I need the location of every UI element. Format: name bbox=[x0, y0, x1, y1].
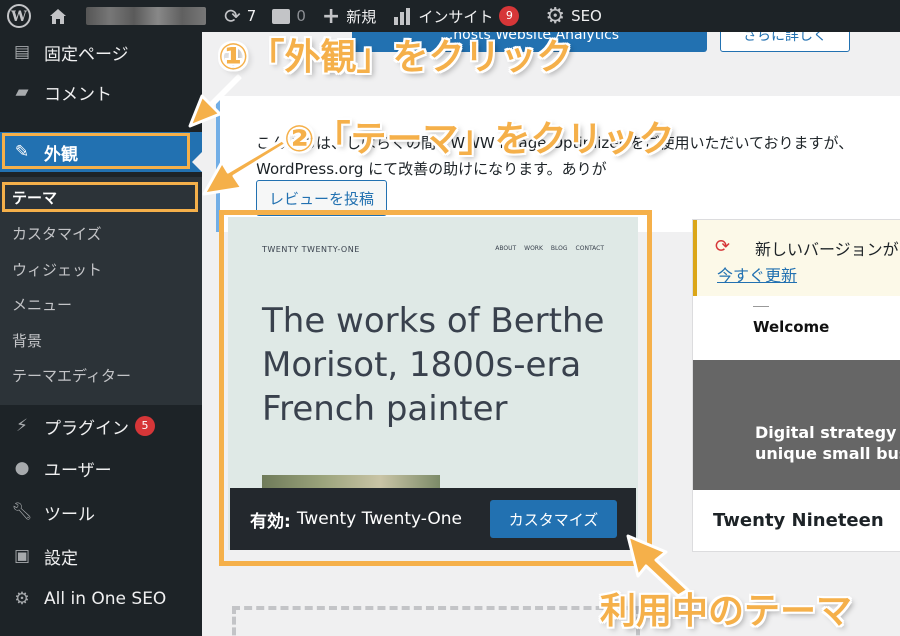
sidebar-item-comments[interactable]: ▰ コメント bbox=[0, 72, 202, 112]
preview-hero: Digital strategy for unique small busine bbox=[693, 360, 900, 490]
wrench-icon: 🔧︎ bbox=[11, 502, 33, 522]
refresh-icon: ⟳ bbox=[224, 4, 241, 28]
submenu-item-menus[interactable]: メニュー bbox=[12, 292, 72, 318]
plugins-badge: 5 bbox=[135, 416, 155, 436]
annotation-current-theme: 利用中のテーマ bbox=[600, 591, 853, 632]
submenu-item-theme-editor[interactable]: テーマエディター bbox=[12, 363, 131, 389]
sidebar-item-label: All in One SEO bbox=[44, 589, 167, 609]
sidebar-item-label: ツール bbox=[44, 504, 95, 525]
sidebar-item-plugins[interactable]: ⚡ プラグイン 5 bbox=[0, 406, 202, 446]
plus-icon: + bbox=[321, 3, 341, 29]
highlight-active-theme bbox=[219, 210, 652, 566]
comment-bubble-icon bbox=[272, 8, 291, 24]
sidebar-item-label: 設定 bbox=[44, 548, 78, 569]
highlight-appearance bbox=[2, 133, 190, 169]
admin-sidebar: ▤ 固定ページ ▰ コメント ✎ 外観 テーマ カスタマイズ ウィジェット メニ… bbox=[0, 32, 202, 636]
preview-hero-text: Digital strategy for unique small busine bbox=[755, 422, 900, 464]
update-text: 新しいバージョンが bbox=[755, 240, 899, 259]
updates-count: 7 bbox=[246, 7, 257, 25]
insight-badge: 9 bbox=[499, 6, 520, 26]
home-icon[interactable] bbox=[40, 0, 76, 32]
annotation-step2: ②「テーマ」をクリック bbox=[284, 119, 675, 160]
new-label: 新規 bbox=[346, 7, 377, 26]
theme-update-notice: ⟳ 新しいバージョンが 今すぐ更新 bbox=[693, 220, 900, 296]
comments-count: 0 bbox=[296, 7, 306, 25]
sidebar-item-label: 固定ページ bbox=[44, 44, 129, 65]
add-new-theme-placeholder[interactable] bbox=[232, 606, 640, 636]
preview-hero-line: unique small busine bbox=[755, 444, 900, 463]
sidebar-item-users[interactable]: ● ユーザー bbox=[0, 448, 202, 488]
user-icon: ● bbox=[14, 458, 30, 478]
sidebar-item-pages[interactable]: ▤ 固定ページ bbox=[0, 32, 202, 72]
update-now-link[interactable]: 今すぐ更新 bbox=[717, 262, 797, 286]
wordpress-logo-icon[interactable]: W bbox=[0, 0, 40, 32]
highlight-themes bbox=[2, 182, 198, 212]
sidebar-item-label: プラグイン bbox=[44, 418, 129, 439]
insight-label: インサイト bbox=[418, 7, 494, 26]
preview-hero-line: Digital strategy for bbox=[755, 423, 900, 442]
svg-text:W: W bbox=[10, 9, 27, 25]
sidebar-item-label: コメント bbox=[44, 84, 112, 105]
submenu-item-customize[interactable]: カスタマイズ bbox=[12, 221, 102, 247]
gear-icon: ⚙ bbox=[545, 3, 566, 29]
settings-icon: ▣ bbox=[13, 546, 31, 566]
sidebar-item-aioseo[interactable]: ⚙ All in One SEO bbox=[0, 579, 202, 619]
update-icon: ⟳ bbox=[715, 236, 731, 257]
sidebar-item-label: ユーザー bbox=[44, 460, 112, 481]
seo-label: SEO bbox=[571, 7, 602, 25]
gear-icon: ⚙ bbox=[14, 589, 30, 609]
submenu-item-widgets[interactable]: ウィジェット bbox=[12, 257, 102, 283]
sidebar-item-settings[interactable]: ▣ 設定 bbox=[0, 536, 202, 576]
theme-name: Twenty Nineteen bbox=[713, 510, 884, 531]
submenu-item-background[interactable]: 背景 bbox=[12, 328, 42, 354]
preview-divider bbox=[753, 306, 769, 307]
theme-card-twenty-nineteen[interactable]: ⟳ 新しいバージョンが 今すぐ更新 Welcome Digital strate… bbox=[692, 219, 900, 552]
pages-icon: ▤ bbox=[13, 42, 31, 62]
plug-icon: ⚡ bbox=[16, 416, 28, 436]
sidebar-item-tools[interactable]: 🔧︎ ツール bbox=[0, 492, 202, 532]
arrow-step2-icon bbox=[202, 138, 288, 196]
site-name-blurred[interactable] bbox=[86, 7, 206, 25]
annotation-step1: ①「外観」をクリック bbox=[218, 37, 573, 78]
learn-more-button[interactable]: さらに詳しく bbox=[720, 32, 850, 52]
bar-chart-icon bbox=[394, 8, 411, 25]
comment-icon: ▰ bbox=[15, 82, 29, 102]
preview-welcome: Welcome bbox=[753, 318, 830, 336]
